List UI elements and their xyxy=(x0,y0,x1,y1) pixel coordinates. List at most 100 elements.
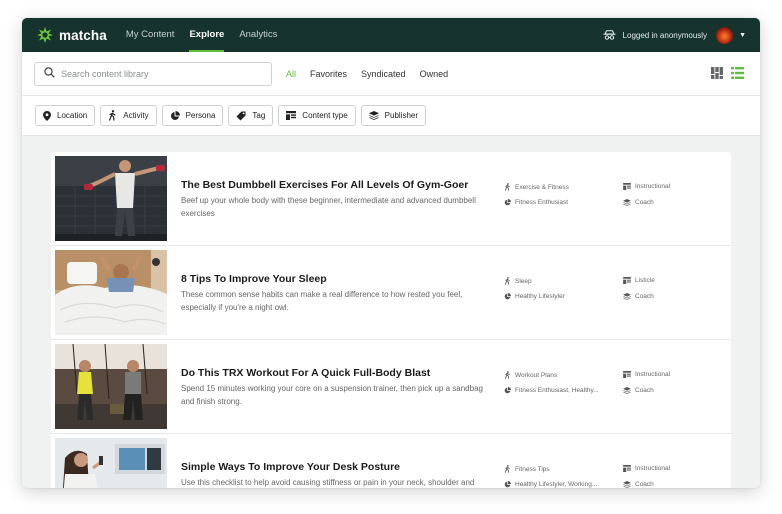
facet-label: Publisher xyxy=(384,111,419,120)
facet-label: Content type xyxy=(302,111,348,120)
facet-label: Tag xyxy=(252,111,266,120)
incognito-icon xyxy=(603,29,616,41)
user-menu[interactable]: Logged in anonymously ▼ xyxy=(603,18,746,52)
layers-icon xyxy=(623,199,631,206)
layers-icon xyxy=(368,111,379,120)
item-description: These common sense habits can make a rea… xyxy=(181,290,463,312)
filter-favorites[interactable]: Favorites xyxy=(310,69,347,79)
list-item[interactable]: 8 Tips To Improve Your Sleep These commo… xyxy=(51,246,731,340)
search-placeholder: Search content library xyxy=(61,69,149,79)
walking-person-icon xyxy=(108,110,117,121)
item-activity: Workout Plans xyxy=(504,371,557,379)
item-persona: Fitness Enthusiast xyxy=(504,199,568,206)
item-publisher: Coach xyxy=(623,199,654,206)
item-activity: Exercise & Fitness xyxy=(504,183,569,191)
list-item[interactable]: Do This TRX Workout For A Quick Full-Bod… xyxy=(51,340,731,434)
content-type-icon xyxy=(286,111,297,120)
facet-tag-button[interactable]: Tag xyxy=(228,105,274,126)
facet-publisher-button[interactable]: Publisher xyxy=(360,105,427,126)
activity-label: Sleep xyxy=(515,277,532,285)
item-description: Beef up your whole body with these begin… xyxy=(181,196,476,218)
search-toolbar: Search content library All Favorites Syn… xyxy=(22,52,760,96)
item-title[interactable]: The Best Dumbbell Exercises For All Leve… xyxy=(181,179,468,191)
persona-label: Fitness Enthusiast, Healthy... xyxy=(515,387,599,394)
item-publisher: Coach xyxy=(623,387,654,394)
filter-all[interactable]: All xyxy=(286,69,296,79)
grid-view-icon[interactable] xyxy=(711,67,723,79)
content-list: The Best Dumbbell Exercises For All Leve… xyxy=(51,152,731,488)
top-navbar: matcha My Content Explore Analytics Logg… xyxy=(22,18,760,52)
content-type-icon xyxy=(623,465,631,472)
main-nav: My Content Explore Analytics xyxy=(126,18,292,52)
avatar[interactable] xyxy=(716,26,734,44)
nav-explore[interactable]: Explore xyxy=(189,18,224,52)
search-icon xyxy=(44,65,55,83)
facet-content-type-button[interactable]: Content type xyxy=(278,105,356,126)
publisher-label: Coach xyxy=(635,293,654,300)
logo[interactable]: matcha xyxy=(36,26,107,44)
content-type-label: Instructional xyxy=(635,183,671,190)
facet-location-button[interactable]: Location xyxy=(35,105,96,126)
walking-person-icon xyxy=(504,371,511,379)
view-toggle xyxy=(703,67,744,79)
facet-label: Persona xyxy=(185,111,216,120)
list-item[interactable]: Simple Ways To Improve Your Desk Posture… xyxy=(51,434,731,488)
layers-icon xyxy=(623,293,631,300)
item-content-type: Listicle xyxy=(623,277,655,284)
thumbnail-image[interactable] xyxy=(55,438,167,488)
nav-analytics[interactable]: Analytics xyxy=(239,18,277,52)
item-title[interactable]: 8 Tips To Improve Your Sleep xyxy=(181,273,327,285)
item-description: Use this checklist to help avoid causing… xyxy=(181,478,475,487)
walking-person-icon xyxy=(504,465,511,473)
facet-activity-button[interactable]: Activity xyxy=(100,105,157,126)
user-status: Logged in anonymously xyxy=(622,30,708,40)
item-content-type: Instructional xyxy=(623,371,670,378)
thumbnail-image[interactable] xyxy=(55,344,167,429)
content-type-icon xyxy=(623,371,631,378)
persona-label: Fitness Enthusiast xyxy=(515,199,569,206)
pie-chart-icon xyxy=(504,387,511,394)
app-window: matcha My Content Explore Analytics Logg… xyxy=(22,18,760,488)
item-title[interactable]: Simple Ways To Improve Your Desk Posture xyxy=(181,461,400,473)
list-item[interactable]: The Best Dumbbell Exercises For All Leve… xyxy=(51,152,731,246)
item-publisher: Coach xyxy=(623,481,654,488)
search-input[interactable]: Search content library xyxy=(34,62,272,86)
item-activity: Sleep xyxy=(504,277,532,285)
matcha-leaf-icon xyxy=(36,26,54,44)
persona-label: Healthy Lifestyler xyxy=(515,293,565,300)
location-pin-icon xyxy=(43,110,51,121)
activity-label: Workout Plans xyxy=(515,371,558,379)
walking-person-icon xyxy=(504,277,511,285)
item-content-type: Instructional xyxy=(623,183,670,190)
layers-icon xyxy=(623,481,631,488)
item-description: Spend 15 minutes working your core on a … xyxy=(181,384,483,406)
item-content-type: Instructional xyxy=(623,465,670,472)
item-persona: Fitness Enthusiast, Healthy... xyxy=(504,387,599,394)
pie-chart-icon xyxy=(504,293,511,300)
walking-person-icon xyxy=(504,183,511,191)
nav-my-content[interactable]: My Content xyxy=(126,18,175,52)
facet-persona-button[interactable]: Persona xyxy=(161,105,224,126)
item-persona: Healthy Lifestyler xyxy=(504,293,565,300)
content-type-label: Instructional xyxy=(635,371,671,378)
item-publisher: Coach xyxy=(623,293,654,300)
thumbnail-image[interactable] xyxy=(55,156,167,241)
filter-syndicated[interactable]: Syndicated xyxy=(361,69,406,79)
filter-owned[interactable]: Owned xyxy=(420,69,449,79)
thumbnail-image[interactable] xyxy=(55,250,167,335)
pie-chart-icon xyxy=(504,481,511,488)
layers-icon xyxy=(623,387,631,394)
pie-chart-icon xyxy=(170,110,180,121)
content-type-icon xyxy=(623,183,631,190)
app-name: matcha xyxy=(59,27,107,43)
list-view-icon[interactable] xyxy=(731,67,744,79)
chevron-down-icon[interactable]: ▼ xyxy=(739,32,746,39)
persona-label: Healthy Lifestyler, Working... xyxy=(515,481,598,488)
item-title[interactable]: Do This TRX Workout For A Quick Full-Bod… xyxy=(181,367,430,379)
activity-label: Exercise & Fitness xyxy=(515,183,569,191)
content-type-label: Listicle xyxy=(635,277,655,284)
publisher-label: Coach xyxy=(635,387,654,394)
publisher-label: Coach xyxy=(635,199,654,206)
item-activity: Fitness Tips xyxy=(504,465,550,473)
item-persona: Healthy Lifestyler, Working... xyxy=(504,481,597,488)
